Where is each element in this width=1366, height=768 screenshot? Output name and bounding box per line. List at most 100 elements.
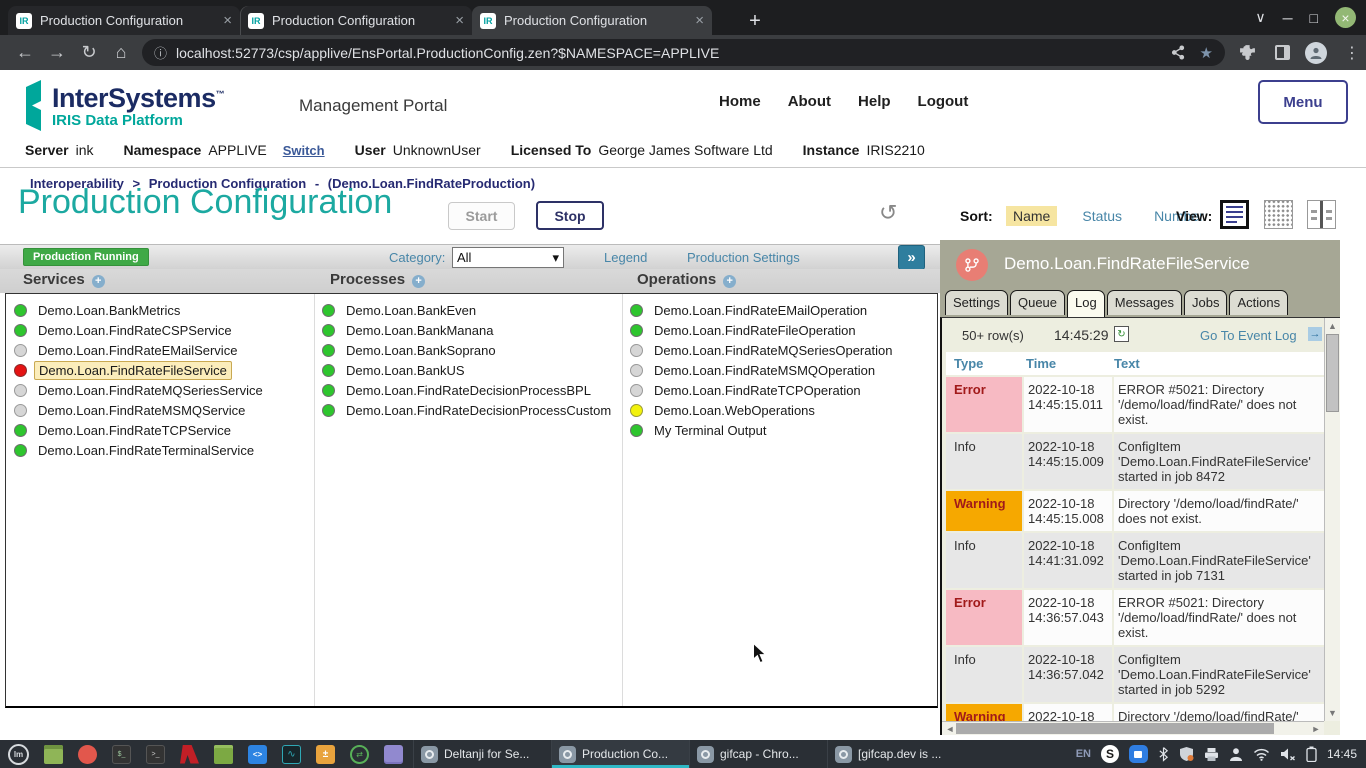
scroll-down-icon[interactable]: ▼ [1325, 706, 1340, 720]
tab-close-icon[interactable]: × [223, 12, 232, 29]
panel-horizontal-scrollbar[interactable]: ◄ ► [942, 721, 1324, 735]
sync-app-icon[interactable]: ⇄ [350, 745, 369, 764]
item-label[interactable]: Demo.Loan.FindRateTerminalService [34, 442, 258, 459]
operation-item[interactable]: Demo.Loan.FindRateTCPOperation [630, 380, 896, 400]
item-label[interactable]: Demo.Loan.FindRateTCPService [34, 422, 235, 439]
stop-button[interactable]: Stop [536, 201, 604, 230]
item-label[interactable]: My Terminal Output [650, 422, 770, 439]
item-label[interactable]: Demo.Loan.BankSoprano [342, 342, 500, 359]
operation-item[interactable]: Demo.Loan.FindRateMQSeriesOperation [630, 340, 896, 360]
url-text[interactable]: localhost:52773/csp/applive/EnsPortal.Pr… [176, 45, 1171, 61]
browser-tab[interactable]: IR Production Configuration × [8, 6, 240, 35]
back-icon[interactable]: ← [10, 35, 40, 70]
process-item[interactable]: Demo.Loan.BankManana [322, 320, 615, 340]
terminal-icon[interactable]: $_ [112, 745, 131, 764]
item-label[interactable]: Demo.Loan.FindRateMSMQService [34, 402, 249, 419]
log-row[interactable]: Error 2022-10-18 14:45:15.011 ERROR #502… [946, 377, 1324, 432]
log-row[interactable]: Error 2022-10-18 14:36:57.043 ERROR #502… [946, 590, 1324, 645]
home-icon[interactable]: ⌂ [106, 35, 136, 70]
item-label[interactable]: Demo.Loan.FindRateMQSeriesService [34, 382, 267, 399]
battery-icon[interactable] [1306, 746, 1317, 762]
process-item[interactable]: Demo.Loan.BankEven [322, 300, 615, 320]
view-split-button[interactable] [1307, 200, 1336, 229]
mint-menu-icon[interactable]: lm [8, 744, 29, 765]
app-red-icon[interactable] [180, 745, 199, 764]
service-item[interactable]: Demo.Loan.FindRateMSMQService [14, 400, 267, 420]
browser-menu-icon[interactable]: ⋮ [1336, 35, 1366, 70]
scroll-up-icon[interactable]: ▲ [1325, 319, 1340, 333]
tab-close-icon[interactable]: × [455, 12, 464, 29]
tab-search-chevron-icon[interactable]: ∨ [1255, 9, 1265, 26]
address-bar[interactable]: ⓘ localhost:52773/csp/applive/EnsPortal.… [142, 39, 1225, 66]
text-editor-icon[interactable] [384, 745, 403, 764]
log-row[interactable]: Info 2022-10-18 14:41:31.092 ConfigItem … [946, 533, 1324, 588]
window-list-icon[interactable] [44, 745, 63, 764]
panel-tab[interactable]: Actions [1229, 290, 1288, 315]
clock[interactable]: 14:45 [1327, 747, 1357, 761]
menu-button[interactable]: Menu [1258, 80, 1348, 124]
browser-tab[interactable]: IR Production Configuration × [240, 6, 472, 35]
volume-muted-icon[interactable] [1280, 747, 1296, 761]
share-icon[interactable] [1171, 45, 1186, 60]
service-item[interactable]: Demo.Loan.FindRateTerminalService [14, 440, 267, 460]
item-label[interactable]: Demo.Loan.FindRateDecisionProcessCustom [342, 402, 615, 419]
sort-option[interactable]: Name [1006, 206, 1057, 226]
panel-tab[interactable]: Log [1067, 290, 1105, 317]
item-label[interactable]: Demo.Loan.WebOperations [650, 402, 819, 419]
switch-link[interactable]: Switch [283, 143, 325, 158]
scrollbar-thumb[interactable] [1326, 334, 1339, 412]
calculator-icon[interactable]: ± [316, 745, 335, 764]
item-label[interactable]: Demo.Loan.FindRateMQSeriesOperation [650, 342, 896, 359]
taskbar-window-button[interactable]: Deltanji for Se... [413, 740, 551, 768]
printer-icon[interactable] [1204, 747, 1219, 762]
panel-vertical-scrollbar[interactable]: ▲ ▼ [1324, 318, 1340, 721]
app-orange-icon[interactable] [78, 745, 97, 764]
terminal-2-icon[interactable]: >_ [146, 745, 165, 764]
process-item[interactable]: Demo.Loan.BankUS [322, 360, 615, 380]
scrollbar-thumb[interactable] [956, 723, 1274, 734]
add-operation-icon[interactable]: + [723, 275, 736, 288]
go-to-event-log-link[interactable]: Go To Event Log [1200, 328, 1297, 343]
scroll-left-icon[interactable]: ◄ [943, 722, 957, 735]
text-column-header[interactable]: Text [1110, 356, 1324, 371]
log-row[interactable]: Info 2022-10-18 14:45:15.009 ConfigItem … [946, 434, 1324, 489]
process-item[interactable]: Demo.Loan.FindRateDecisionProcessCustom [322, 400, 615, 420]
nav-link[interactable]: Help [858, 93, 891, 110]
operation-item[interactable]: Demo.Loan.FindRateFileOperation [630, 320, 896, 340]
item-label[interactable]: Demo.Loan.FindRateTCPOperation [650, 382, 865, 399]
user-session-icon[interactable] [1229, 747, 1243, 762]
vscode-icon[interactable]: <> [248, 745, 267, 764]
keyboard-layout-indicator[interactable]: EN [1076, 748, 1091, 760]
item-label[interactable]: Demo.Loan.BankEven [342, 302, 480, 319]
item-label[interactable]: Demo.Loan.FindRateDecisionProcessBPL [342, 382, 595, 399]
log-row[interactable]: Warning 2022-10-18 14:45:15.008 Director… [946, 491, 1324, 531]
service-item[interactable]: Demo.Loan.FindRateFileService [14, 360, 267, 380]
operation-item[interactable]: Demo.Loan.FindRateMSMQOperation [630, 360, 896, 380]
item-label[interactable]: Demo.Loan.FindRateEMailOperation [650, 302, 871, 319]
site-info-icon[interactable]: ⓘ [154, 43, 167, 62]
close-window-button[interactable]: × [1335, 7, 1356, 28]
service-item[interactable]: Demo.Loan.FindRateMQSeriesService [14, 380, 267, 400]
taskbar-window-button[interactable]: Production Co... [551, 740, 689, 768]
item-label[interactable]: Demo.Loan.FindRateFileOperation [650, 322, 860, 339]
type-column-header[interactable]: Type [946, 356, 1022, 371]
item-label[interactable]: Demo.Loan.BankUS [342, 362, 469, 379]
view-grid-button[interactable] [1264, 200, 1293, 229]
process-item[interactable]: Demo.Loan.FindRateDecisionProcessBPL [322, 380, 615, 400]
panel-tab[interactable]: Settings [945, 290, 1008, 315]
item-label[interactable]: Demo.Loan.FindRateEMailService [34, 342, 241, 359]
legend-link[interactable]: Legend [604, 250, 647, 265]
taskbar-window-button[interactable]: [gifcap.dev is ... [827, 740, 965, 768]
scroll-right-icon[interactable]: ► [1309, 722, 1323, 735]
operation-item[interactable]: Demo.Loan.WebOperations [630, 400, 896, 420]
nav-link[interactable]: Home [719, 93, 761, 110]
add-process-icon[interactable]: + [412, 275, 425, 288]
expand-panel-button[interactable]: » [898, 245, 925, 270]
panel-tab[interactable]: Queue [1010, 290, 1065, 315]
forward-icon[interactable]: → [42, 35, 72, 70]
nav-link[interactable]: About [788, 93, 831, 110]
minimize-button[interactable]: ─ [1283, 10, 1293, 26]
refresh-log-icon[interactable]: ↻ [1114, 326, 1129, 342]
time-column-header[interactable]: Time [1022, 356, 1110, 371]
sort-option[interactable]: Status [1075, 206, 1129, 226]
